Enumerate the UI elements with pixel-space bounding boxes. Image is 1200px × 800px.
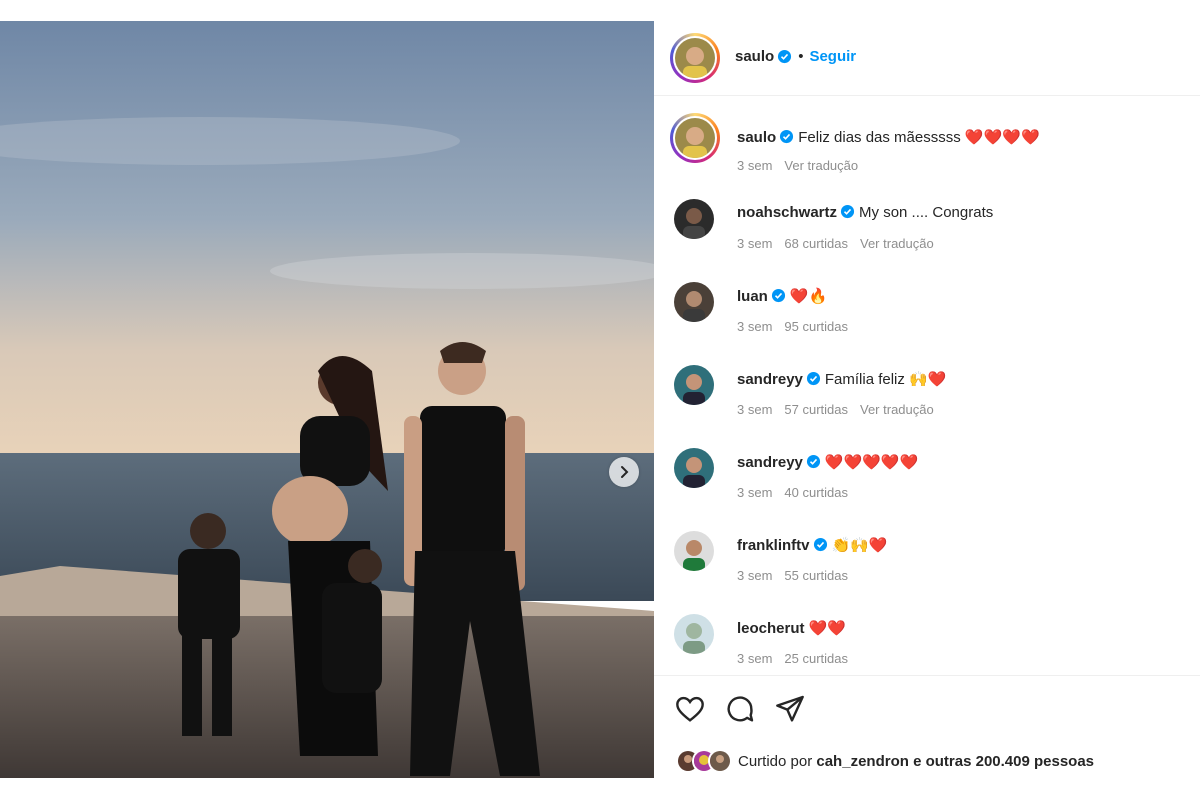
comment-username[interactable]: noahschwartz <box>737 204 837 221</box>
comment-text: ❤️❤️ <box>808 620 846 637</box>
comment-likes[interactable]: 57 curtidas <box>784 402 848 417</box>
list-item: franklinftv 👏🙌❤️ 3 sem 55 curtidas <box>654 526 1200 596</box>
verified-badge-icon <box>780 129 794 144</box>
verified-badge-icon <box>806 371 820 386</box>
comment-time: 3 sem <box>737 485 773 500</box>
avatar-image <box>674 282 714 322</box>
comment-avatar[interactable] <box>674 365 714 405</box>
comment-time: 3 sem <box>737 568 773 583</box>
send-icon[interactable] <box>774 693 806 725</box>
next-photo-button[interactable] <box>609 457 639 487</box>
comment-avatar[interactable] <box>674 282 714 322</box>
comment-avatar[interactable] <box>674 199 714 239</box>
comment-username[interactable]: luan <box>737 288 768 305</box>
liked-by-prefix: Curtido por <box>738 752 813 770</box>
liked-by-text[interactable]: Curtido por cah_zendron e outras 200.409… <box>738 753 1094 770</box>
comment-username[interactable]: sandreyy <box>737 371 803 388</box>
list-item: luan ❤️🔥 3 sem 95 curtidas <box>654 277 1200 347</box>
list-item: noahschwartz My son .... Congrats 3 sem 68… <box>654 194 1200 264</box>
comment-avatar[interactable] <box>674 614 714 654</box>
avatar-image <box>675 118 715 158</box>
verified-badge-icon <box>840 204 855 219</box>
comment-username[interactable]: leocherut <box>737 620 805 637</box>
comment-text: Família feliz 🙌❤️ <box>824 371 947 388</box>
avatar-image <box>674 365 714 405</box>
comment-likes[interactable]: 25 curtidas <box>784 651 848 666</box>
post-actions-bar: Curtido por cah_zendron e outras 200.409… <box>654 675 1200 779</box>
comment-text: ❤️❤️❤️❤️❤️ <box>824 454 919 471</box>
avatar <box>708 749 732 773</box>
comment-time: 3 sem <box>737 402 773 417</box>
comment-username[interactable]: saulo <box>737 129 776 146</box>
verified-badge-icon <box>778 49 792 64</box>
comment-time: 3 sem <box>737 158 773 173</box>
post-photo[interactable] <box>0 21 654 778</box>
liked-by-count[interactable]: e outras 200.409 pessoas <box>913 753 1094 770</box>
family-beach-photo <box>0 21 654 778</box>
comment-username[interactable]: franklinftv <box>737 537 810 554</box>
comment-username[interactable]: sandreyy <box>737 454 803 471</box>
translate-link[interactable]: Ver tradução <box>860 402 934 417</box>
verified-badge-icon <box>771 288 785 303</box>
translate-link[interactable]: Ver tradução <box>784 158 858 173</box>
verified-badge-icon <box>813 537 827 552</box>
comment-likes[interactable]: 40 curtidas <box>784 485 848 500</box>
avatar-image <box>710 751 730 771</box>
author-username[interactable]: saulo <box>735 48 774 65</box>
comment-text: Feliz dias das mãesssss ❤️❤️❤️❤️ <box>798 129 1040 146</box>
comment-avatar[interactable] <box>674 448 714 488</box>
avatar-image <box>675 38 715 78</box>
comment-time: 3 sem <box>737 236 773 251</box>
list-item: saulo Feliz dias das mãesssss ❤️❤️❤️❤️ 3 … <box>654 111 1200 181</box>
comment-time: 3 sem <box>737 651 773 666</box>
comment-avatar[interactable] <box>670 113 720 163</box>
translate-link[interactable]: Ver tradução <box>860 236 934 251</box>
separator-dot: • <box>798 48 804 65</box>
verified-badge-icon <box>806 454 820 469</box>
list-item: leocherut ❤️❤️ 3 sem 25 curtidas <box>654 609 1200 674</box>
author-avatar[interactable] <box>670 33 720 83</box>
post-side-panel: saulo • Seguir saulo Feliz dias das mãess… <box>654 21 1200 778</box>
post-header: saulo • Seguir <box>654 21 1200 96</box>
follow-button[interactable]: Seguir <box>809 48 856 65</box>
comment-likes[interactable]: 95 curtidas <box>784 319 848 334</box>
comment-avatar[interactable] <box>674 531 714 571</box>
comment-icon[interactable] <box>724 693 756 725</box>
avatar-image <box>674 448 714 488</box>
comment-likes[interactable]: 55 curtidas <box>784 568 848 583</box>
avatar-image <box>674 531 714 571</box>
avatar-image <box>674 614 714 654</box>
list-item: sandreyy ❤️❤️❤️❤️❤️ 3 sem 40 curtidas <box>654 443 1200 513</box>
heart-icon[interactable] <box>674 693 706 725</box>
comment-text: ❤️🔥 <box>789 288 828 305</box>
comment-text: My son .... Congrats <box>859 204 994 221</box>
comment-likes[interactable]: 68 curtidas <box>784 236 848 251</box>
avatar-image <box>674 199 714 239</box>
comment-text: 👏🙌❤️ <box>831 537 888 554</box>
liked-by-row: Curtido por cah_zendron e outras 200.409… <box>676 749 1094 773</box>
comments-list[interactable]: saulo Feliz dias das mãesssss ❤️❤️❤️❤️ 3 … <box>654 96 1200 674</box>
liked-by-user[interactable]: cah_zendron <box>816 753 909 770</box>
list-item: sandreyy Família feliz 🙌❤️ 3 sem 57 curtid… <box>654 360 1200 430</box>
comment-time: 3 sem <box>737 319 773 334</box>
chevron-right-icon <box>621 466 629 478</box>
